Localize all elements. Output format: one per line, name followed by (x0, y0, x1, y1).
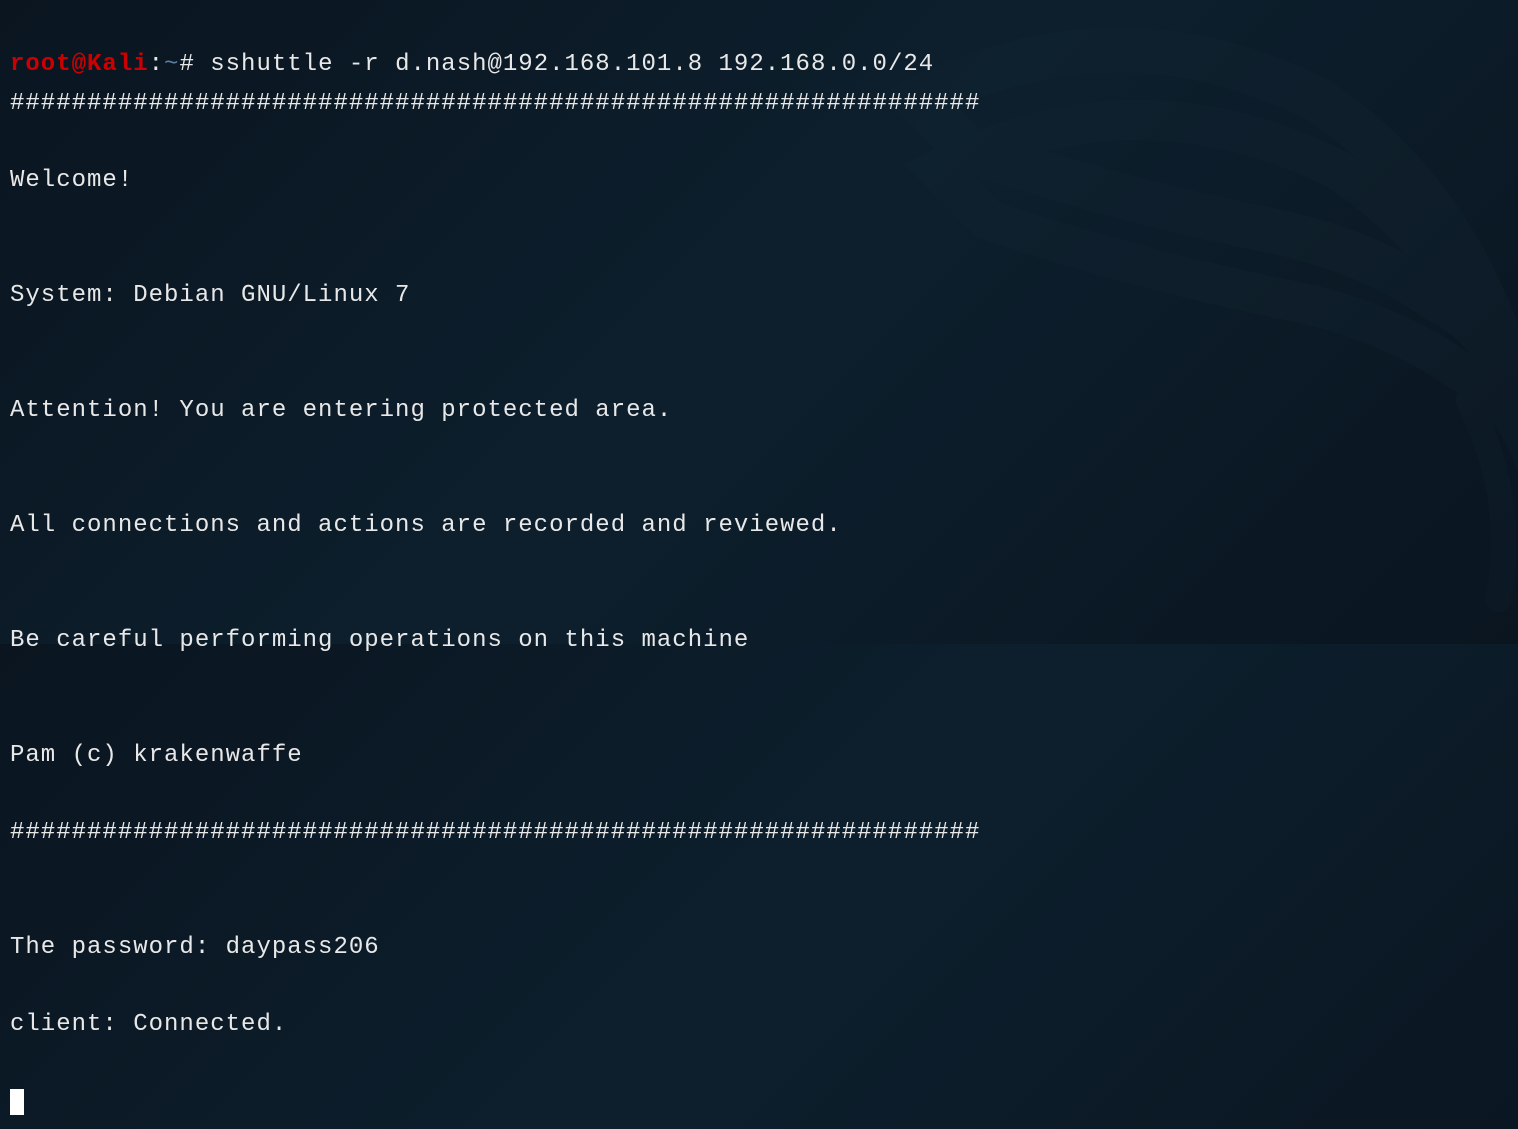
output-attention: Attention! You are entering protected ar… (10, 392, 1508, 430)
prompt-line: root@Kali:~# sshuttle -r d.nash@192.168.… (10, 51, 934, 78)
output-connected: client: Connected. (10, 1006, 1508, 1044)
prompt-path: ~ (164, 51, 179, 78)
output-welcome: Welcome! (10, 162, 1508, 200)
output-system: System: Debian GNU/Linux 7 (10, 277, 1508, 315)
terminal-cursor (10, 1089, 24, 1115)
output-pam: Pam (c) krakenwaffe (10, 737, 1508, 775)
output-separator-top: ########################################… (10, 85, 1508, 123)
output-password: The password: daypass206 (10, 929, 1508, 967)
prompt-char: # (179, 51, 194, 78)
command-text: sshuttle -r d.nash@192.168.101.8 192.168… (210, 51, 934, 78)
terminal-window[interactable]: root@Kali:~# sshuttle -r d.nash@192.168.… (0, 0, 1518, 1129)
output-recorded: All connections and actions are recorded… (10, 507, 1508, 545)
output-careful: Be careful performing operations on this… (10, 622, 1508, 660)
prompt-user: root@Kali (10, 51, 149, 78)
output-separator-bottom: ########################################… (10, 814, 1508, 852)
prompt-separator: : (149, 51, 164, 78)
